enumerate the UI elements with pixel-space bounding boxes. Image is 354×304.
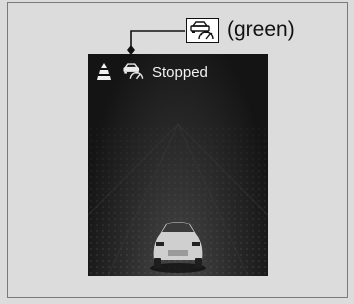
acc-vehicle-meter-icon <box>190 21 214 40</box>
callout-color-label: (green) <box>227 18 295 41</box>
status-text: Stopped <box>152 64 208 81</box>
instrument-display: Stopped <box>88 54 268 276</box>
lane-cone-icon <box>97 63 111 80</box>
callout-icon-box <box>186 18 219 43</box>
acc-vehicle-meter-icon <box>123 63 144 80</box>
display-status-row: Stopped <box>88 54 268 90</box>
